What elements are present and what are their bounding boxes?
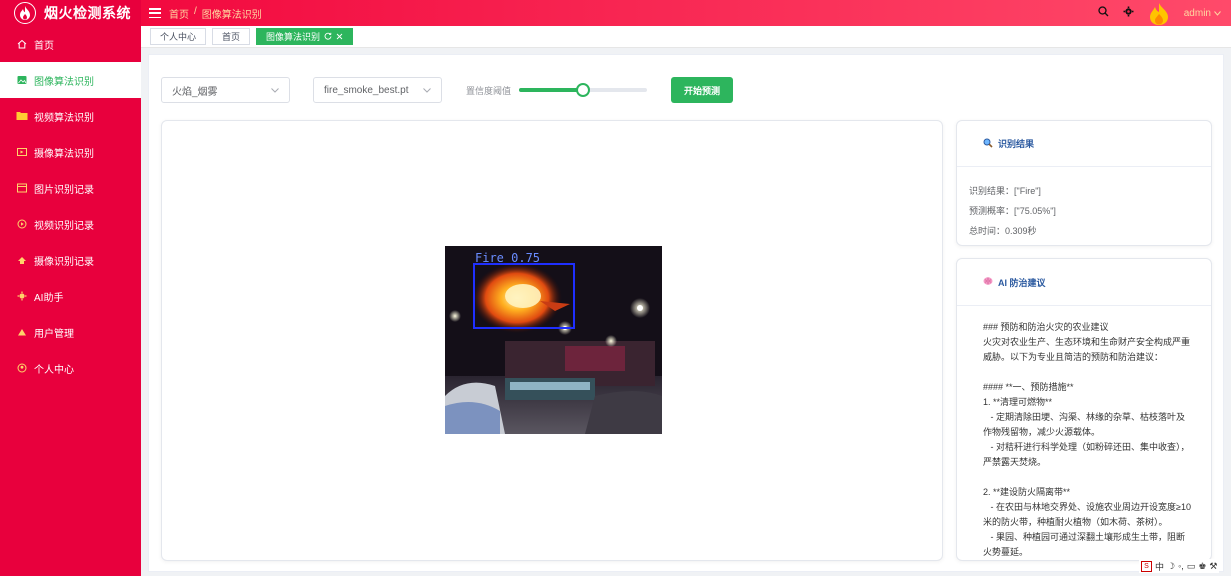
tab-home[interactable]: 首页: [212, 28, 251, 45]
ime-language[interactable]: 中: [1155, 560, 1164, 573]
sidebar-item[interactable]: 首页: [0, 26, 141, 62]
sidebar-item-label: 视频算法识别: [34, 112, 94, 124]
wrench-icon[interactable]: ⚒: [1209, 561, 1217, 572]
sidebar-item[interactable]: 个人中心: [0, 350, 141, 386]
top-right-tools: admin: [1098, 0, 1221, 26]
chevron-down-icon: [1214, 8, 1221, 19]
result-probability: 预测概率：["75.05%"]: [969, 206, 1056, 216]
ai-advice-card: AI 防治建议 ### 预防和防治火灾的农业建议 火灾对农业生产、生态环境和生命…: [956, 258, 1212, 561]
ai-advice-text[interactable]: ### 预防和防治火灾的农业建议 火灾对农业生产、生态环境和生命财产安全构成严重…: [957, 306, 1211, 556]
refresh-icon[interactable]: [324, 32, 332, 42]
username: admin: [1183, 7, 1211, 19]
chevron-down-icon: [423, 85, 431, 96]
sidebar-item[interactable]: 用户管理: [0, 314, 141, 350]
controls-row: 火焰_烟雾 fire_smoke_best.pt 置信度阈值 开始预测: [161, 77, 734, 103]
profile-icon: [16, 362, 28, 374]
app-title: 烟火检测系统: [44, 5, 131, 21]
moon-icon[interactable]: ☽: [1167, 561, 1175, 572]
ime-toolbar[interactable]: S 中 ☽ ◦, ▭ ♚ ⚒: [1139, 559, 1220, 573]
threshold-slider[interactable]: [519, 83, 648, 97]
breadcrumb-separator: /: [194, 5, 197, 17]
brain-icon: [983, 276, 993, 288]
breadcrumb-item-home[interactable]: 首页: [169, 6, 189, 21]
slider-fill: [519, 88, 584, 92]
gear-icon[interactable]: [1123, 6, 1134, 20]
sidebar-item[interactable]: 图像算法识别: [0, 62, 141, 98]
user-icon: [16, 326, 28, 338]
sidebar-item-label: 图片识别记录: [34, 184, 94, 196]
flame-logo-icon: [14, 2, 36, 24]
sidebar-item[interactable]: 图片识别记录: [0, 170, 141, 206]
detection-label: Fire 0.75: [475, 251, 540, 265]
sidebar-item-label: 摄像算法识别: [34, 148, 94, 160]
punctuation-icon[interactable]: ◦,: [1178, 561, 1184, 571]
camera-icon: [16, 146, 28, 158]
user-menu[interactable]: admin: [1184, 8, 1221, 19]
sidebar-item[interactable]: 视频识别记录: [0, 206, 141, 242]
menu-toggle-icon[interactable]: [149, 8, 161, 18]
sidebar-item-label: 摄像识别记录: [34, 256, 94, 268]
video-icon: [16, 110, 28, 122]
ai-card-header: AI 防治建议: [957, 259, 1211, 306]
image-preview-panel: Fire 0.75: [161, 120, 943, 561]
ai-icon: [16, 290, 28, 302]
model-value: fire_smoke_best.pt: [324, 84, 409, 96]
tab-image-recognition[interactable]: 图像算法识别: [256, 28, 354, 45]
video-record-icon: [16, 218, 28, 230]
sidebar-item-label: 用户管理: [34, 328, 74, 340]
sidebar-item[interactable]: AI助手: [0, 278, 141, 314]
fire-scene-image: Fire 0.75: [445, 246, 662, 434]
magnifier-icon: [983, 138, 993, 150]
result-total-time: 总时间：0.309秒: [969, 226, 1037, 236]
sidebar-item[interactable]: 摄像算法识别: [0, 134, 141, 170]
sidebar-item-label: 图像算法识别: [34, 76, 94, 88]
search-icon[interactable]: [1098, 6, 1109, 20]
result-title: 识别结果: [998, 139, 1035, 149]
skin-icon[interactable]: ♚: [1198, 561, 1206, 572]
ime-logo-icon[interactable]: S: [1141, 560, 1152, 572]
sidebar-item-label: 视频识别记录: [34, 220, 94, 232]
tab-label: 图像算法识别: [266, 32, 321, 42]
image-icon: [16, 74, 28, 86]
category-select[interactable]: 火焰_烟雾: [161, 77, 290, 103]
main-content: 火焰_烟雾 fire_smoke_best.pt 置信度阈值 开始预测 Fire…: [148, 54, 1224, 572]
result-classes: 识别结果：["Fire"]: [969, 186, 1041, 196]
tab-label: 个人中心: [160, 32, 197, 42]
result-body: 识别结果：["Fire"] 预测概率：["75.05%"] 总时间：0.309秒: [957, 167, 1211, 241]
sidebar-item-label: 个人中心: [34, 364, 74, 376]
avatar[interactable]: [1148, 2, 1170, 25]
result-card: 识别结果 识别结果：["Fire"] 预测概率：["75.05%"] 总时间：0…: [956, 120, 1212, 246]
tab-profile[interactable]: 个人中心: [150, 28, 207, 45]
keyboard-icon[interactable]: ▭: [1187, 561, 1196, 572]
sidebar-nav: 首页图像算法识别 视频算法识别 摄像算法识别 图片识别记录 视频识别记录 摄像识别记录 AI…: [0, 26, 141, 386]
slider-handle[interactable]: [576, 83, 591, 97]
chevron-down-icon: [271, 85, 279, 96]
brand: 烟火检测系统: [0, 0, 141, 26]
close-icon[interactable]: [336, 32, 343, 42]
breadcrumb-item-current: 图像算法识别: [201, 9, 262, 21]
camera-record-icon: [16, 254, 28, 266]
breadcrumb: 首页 / 图像算法识别: [169, 6, 262, 21]
sidebar-item-label: AI助手: [34, 292, 64, 304]
start-predict-button[interactable]: 开始预测: [671, 77, 734, 103]
home-icon: [16, 38, 28, 50]
sidebar-item[interactable]: 摄像识别记录: [0, 242, 141, 278]
sidebar-item[interactable]: 视频算法识别: [0, 98, 141, 134]
result-card-header: 识别结果: [957, 121, 1211, 167]
category-value: 火焰_烟雾: [172, 86, 218, 98]
threshold-label: 置信度阈值: [466, 85, 512, 96]
detection-image: Fire 0.75: [445, 246, 662, 434]
sidebar-item-label: 首页: [34, 40, 54, 52]
image-record-icon: [16, 182, 28, 194]
tab-label: 首页: [222, 32, 241, 42]
model-select[interactable]: fire_smoke_best.pt: [313, 77, 442, 103]
ai-advice-title: AI 防治建议: [998, 277, 1046, 288]
tabs-bar: 个人中心 首页 图像算法识别: [141, 26, 1231, 48]
top-bar: 首页 / 图像算法识别 admin: [141, 0, 1231, 26]
sidebar: 烟火检测系统 首页图像算法识别 视频算法识别 摄像算法识别 图片识别记录 视频识别记录摄…: [0, 0, 141, 576]
